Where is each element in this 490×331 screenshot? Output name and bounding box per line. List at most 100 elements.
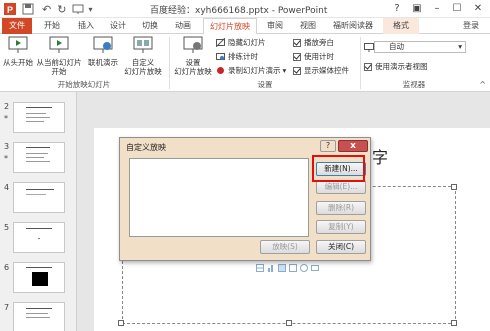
record-label: 录制幻灯片演示 <box>228 66 281 75</box>
ribbon-tabs: 文件 开始 插入 设计 切换 动画 幻灯片放映 审阅 视图 福昕阅读器 格式 登… <box>0 18 490 35</box>
hide-slide-icon <box>216 38 225 47</box>
from-current-label-2: 开始 <box>51 67 67 76</box>
undo-icon[interactable]: ↶ <box>42 3 51 16</box>
hide-slide-button[interactable]: 隐藏幻灯片 <box>216 37 266 48</box>
redo-icon[interactable]: ↻ <box>57 3 66 16</box>
monitor-icon <box>364 43 374 52</box>
resize-handle[interactable] <box>451 184 457 190</box>
copy-button[interactable]: 复制(Y) <box>316 220 366 234</box>
record-slideshow-button[interactable]: 录制幻灯片演示 ▾ <box>216 65 286 76</box>
record-icon <box>217 67 224 74</box>
powerpoint-logo-icon: P <box>4 3 16 15</box>
minimize-icon[interactable]: – <box>426 0 448 18</box>
group-start-label: 开始放映幻灯片 <box>57 80 111 89</box>
video-icon <box>311 265 319 271</box>
slide-number: 3 <box>4 142 10 151</box>
tab-view[interactable]: 视图 <box>294 18 322 34</box>
setup-show-icon <box>183 36 203 53</box>
setup-show-button[interactable]: 设置 幻灯片放映 <box>172 36 214 76</box>
play-from-current-icon <box>49 36 69 53</box>
from-current-button[interactable]: 从当前幻灯片 开始 <box>36 36 82 76</box>
collapse-ribbon-icon[interactable]: ^ <box>479 80 486 89</box>
table-icon <box>256 264 264 272</box>
show-button[interactable]: 放映(S) <box>260 240 310 254</box>
group-monitor-label: 监视器 <box>402 80 426 89</box>
svg-text:P: P <box>7 5 13 15</box>
close-window-icon[interactable]: ✕ <box>466 0 490 18</box>
slide-star-marker: * <box>4 114 8 123</box>
tab-format[interactable]: 格式 <box>383 18 419 34</box>
maximize-icon[interactable]: ☐ <box>446 0 468 18</box>
slide-thumbnail-5[interactable] <box>13 222 65 253</box>
hide-slide-label: 隐藏幻灯片 <box>228 38 266 47</box>
chevron-down-icon: ▾ <box>458 42 462 51</box>
show-media-check[interactable] <box>293 66 301 75</box>
presenter-view-check[interactable] <box>364 62 372 71</box>
resize-handle[interactable] <box>451 320 457 326</box>
slide-thumbnail-6[interactable] <box>13 262 65 293</box>
rehearse-timings-button[interactable]: 排练计时 <box>216 51 258 62</box>
rehearse-label: 排练计时 <box>228 52 258 61</box>
resize-handle[interactable] <box>286 320 292 326</box>
slide-star-marker: * <box>4 154 8 163</box>
present-online-label: 联机演示 <box>88 58 118 67</box>
slide-number: 4 <box>4 183 10 192</box>
black-box <box>32 272 48 286</box>
tab-transitions[interactable]: 切换 <box>136 18 164 34</box>
show-media-controls-checkbox[interactable]: 显示媒体控件 <box>293 65 349 76</box>
edit-button[interactable]: 编辑(E)... <box>316 180 366 194</box>
play-narration-checkbox[interactable]: 播放旁白 <box>293 37 334 48</box>
tab-foxit[interactable]: 福昕阅读器 <box>328 18 378 34</box>
picture-icon <box>289 264 297 272</box>
close-dialog-button[interactable]: 关闭(C) <box>316 240 366 254</box>
present-online-button[interactable]: 联机演示 <box>84 36 122 67</box>
new-button-highlight <box>312 155 365 182</box>
slide-thumbnail-3[interactable] <box>13 142 65 173</box>
presenter-view-checkbox[interactable]: 使用演示者视图 <box>364 61 428 72</box>
slide-title-fragment: 字 <box>372 148 389 167</box>
dialog-close-icon[interactable]: x <box>338 140 368 152</box>
resize-handle[interactable] <box>118 320 124 326</box>
tab-home[interactable]: 开始 <box>38 18 66 34</box>
custom-show-button[interactable]: 自定义 幻灯片放映 <box>120 36 166 76</box>
from-beginning-label: 从头开始 <box>3 58 33 67</box>
slide-thumbnail-4[interactable] <box>13 182 65 213</box>
tab-animations[interactable]: 动画 <box>169 18 197 34</box>
from-current-label-1: 从当前幻灯片 <box>36 58 82 67</box>
dialog-title: 自定义放映 <box>126 143 166 152</box>
setup-show-label-1: 设置 <box>185 58 201 67</box>
slide-number: 2 <box>4 102 10 111</box>
play-narration-check[interactable] <box>293 38 301 47</box>
from-beginning-button[interactable]: 从头开始 <box>2 36 34 67</box>
save-icon[interactable] <box>22 3 34 15</box>
help-icon[interactable]: ? <box>386 0 408 18</box>
customize-qa-icon[interactable]: ▾ <box>88 5 92 14</box>
slide-thumbnail-2[interactable] <box>13 102 65 133</box>
tab-review[interactable]: 审阅 <box>261 18 289 34</box>
ribbon-display-icon[interactable]: ▣ <box>406 0 428 18</box>
group-setup-label: 设置 <box>257 80 273 89</box>
tab-slideshow[interactable]: 幻灯片放映 <box>203 18 257 35</box>
custom-shows-list[interactable] <box>129 158 309 237</box>
monitor-dropdown[interactable]: 自动 ▾ <box>374 41 466 53</box>
slide-thumbnail-pane: 2 * 3 * 4 5 6 7 <box>0 92 77 331</box>
monitor-value: 自动 <box>389 42 404 51</box>
present-online-icon <box>93 36 113 53</box>
show-media-label: 显示媒体控件 <box>304 66 349 75</box>
record-dropdown-icon[interactable]: ▾ <box>283 66 287 75</box>
title-bar: P ↶ ↻ ▾ 百度经验：xyh666168.pptx - PowerPoint… <box>0 0 490 18</box>
custom-show-label-2: 幻灯片放映 <box>124 67 162 76</box>
tab-file[interactable]: 文件 <box>2 18 32 34</box>
slide-thumbnail-7[interactable] <box>13 302 65 331</box>
slideshow-quick-icon[interactable] <box>72 3 84 15</box>
tab-design[interactable]: 设计 <box>104 18 132 34</box>
use-timings-check[interactable] <box>293 52 301 61</box>
slide-number: 5 <box>4 223 10 232</box>
login-link[interactable]: 登录 <box>456 18 486 34</box>
tab-insert[interactable]: 插入 <box>72 18 100 34</box>
remove-button[interactable]: 删除(R) <box>316 201 366 215</box>
use-timings-checkbox[interactable]: 使用计时 <box>293 51 334 62</box>
slide-number: 6 <box>4 263 10 272</box>
dialog-help-button[interactable]: ? <box>320 140 336 152</box>
content-placeholder-icons <box>256 264 319 272</box>
